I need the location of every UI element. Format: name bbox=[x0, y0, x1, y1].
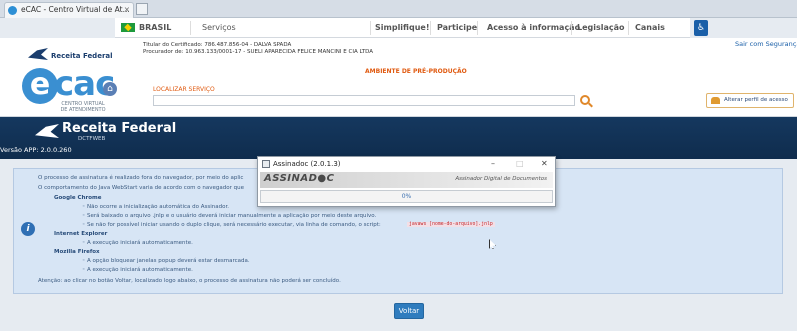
gov-divider bbox=[370, 21, 371, 35]
browser-firefox-heading: Mozilla Firefox bbox=[54, 249, 100, 255]
info-bullet: ◦ Será baixado o arquivo .jnlp e o usuár… bbox=[82, 213, 377, 219]
info-warning: Atenção: ao clicar no botão Voltar, loca… bbox=[38, 278, 341, 284]
info-bullet: ◦ Se não for possível iniciar usando o d… bbox=[82, 222, 381, 228]
search-service-input[interactable] bbox=[153, 95, 575, 106]
info-bullet: ◦ A execução iniciará automaticamente. bbox=[82, 267, 193, 273]
close-tab-icon[interactable]: × bbox=[124, 3, 130, 17]
new-tab-icon[interactable] bbox=[136, 3, 148, 15]
info-bullet-text: Será baixado o arquivo .jnlp e o usuário… bbox=[87, 213, 377, 219]
ecac-subtitle: CENTRO VIRTUAL DE ATENDIMENTO bbox=[60, 101, 106, 113]
gov-divider bbox=[571, 21, 572, 35]
browser-tab-bar: eCAC - Centro Virtual de At... × bbox=[0, 0, 797, 18]
home-icon[interactable]: ⌂ bbox=[103, 82, 117, 96]
receita-bird-icon bbox=[35, 124, 59, 138]
voltar-button[interactable]: Voltar bbox=[394, 303, 424, 319]
java-app-icon bbox=[262, 160, 270, 168]
receita-banner: Receita Federal DCTFWEB Versão APP: 2.0.… bbox=[0, 117, 797, 159]
gov-link-servicos[interactable]: Serviços bbox=[202, 23, 236, 32]
gov-bar: BRASIL Serviços Simplifique! Participe A… bbox=[115, 18, 708, 38]
ecac-e-mark: e bbox=[22, 68, 58, 104]
progress-bar: 0% bbox=[260, 190, 553, 203]
banner-subtitle: DCTFWEB bbox=[78, 136, 106, 142]
browser-chrome-heading: Google Chrome bbox=[54, 195, 102, 201]
people-icon bbox=[711, 97, 720, 104]
javaws-command: javaws [nome-do-arquivo].jnlp bbox=[407, 222, 495, 227]
receita-federal-logo[interactable]: Receita Federal bbox=[28, 48, 138, 64]
assinadoc-dialog: Assinadoc (2.0.1.3) – □ ✕ ASSINAD●C Assi… bbox=[257, 156, 556, 207]
gov-divider bbox=[190, 21, 191, 35]
close-icon[interactable]: ✕ bbox=[541, 157, 548, 171]
info-bullet-text: Se não for possível iniciar usando o dup… bbox=[87, 222, 381, 228]
info-bullet-text: A execução iniciará automaticamente. bbox=[87, 240, 193, 246]
info-icon: i bbox=[21, 222, 35, 236]
banner-title: Receita Federal bbox=[62, 121, 177, 136]
gov-link-brasil[interactable]: BRASIL bbox=[139, 23, 171, 32]
info-bullet-text: A execução iniciará automaticamente. bbox=[87, 267, 193, 273]
dialog-title: Assinadoc (2.0.1.3) bbox=[273, 160, 341, 168]
ecac-favicon-icon bbox=[8, 6, 17, 15]
gov-link-canais[interactable]: Canais bbox=[635, 23, 665, 32]
certificate-info: Titular do Certificado: 786.487.856-04 -… bbox=[143, 42, 373, 55]
info-bullet: ◦ A opção bloquear janelas popup deverá … bbox=[82, 258, 250, 264]
app-version: Versão APP: 2.0.0.260 bbox=[0, 146, 72, 154]
gov-link-simplifique[interactable]: Simplifique! bbox=[375, 23, 429, 32]
info-bullet-text: Não ocorre a inicialização automática do… bbox=[87, 204, 229, 210]
info-bullet-text: A opção bloquear janelas popup deverá es… bbox=[87, 258, 250, 264]
search-icon[interactable] bbox=[580, 95, 590, 105]
gov-divider bbox=[430, 21, 431, 35]
minimize-icon[interactable]: – bbox=[491, 157, 495, 171]
environment-label: AMBIENTE DE PRÉ-PRODUÇÃO bbox=[365, 68, 467, 75]
browser-tab-title: eCAC - Centro Virtual de At... bbox=[21, 5, 130, 14]
gov-link-acesso-informacao[interactable]: Acesso à informação bbox=[487, 23, 580, 32]
info-line: O processo de assinatura é realizado for… bbox=[38, 175, 244, 181]
gov-divider bbox=[477, 21, 478, 35]
maximize-icon: □ bbox=[516, 159, 524, 168]
assinadoc-banner: ASSINAD●C Assinador Digital de Documento… bbox=[260, 172, 553, 188]
change-profile-label: Alterar perfil de acesso bbox=[724, 97, 788, 103]
gov-link-participe[interactable]: Participe bbox=[437, 23, 477, 32]
receita-logo-text: Receita Federal bbox=[51, 52, 113, 60]
gov-divider bbox=[628, 21, 629, 35]
ecac-logo[interactable]: e cac CENTRO VIRTUAL DE ATENDIMENTO bbox=[22, 64, 142, 114]
info-bullet: ◦ Não ocorre a inicialização automática … bbox=[82, 204, 229, 210]
browser-tab[interactable]: eCAC - Centro Virtual de At... × bbox=[4, 2, 134, 18]
logout-link[interactable]: Sair com Segurança bbox=[735, 40, 797, 48]
gov-link-legislacao[interactable]: Legislação bbox=[577, 23, 625, 32]
receita-bird-icon bbox=[28, 48, 48, 60]
browser-ie-heading: Internet Explorer bbox=[54, 231, 108, 237]
brazil-flag-icon bbox=[121, 23, 135, 32]
info-line: O comportamento do Java WebStart varia d… bbox=[38, 185, 244, 191]
accessibility-icon[interactable]: ♿ bbox=[694, 20, 708, 36]
search-service-label: LOCALIZAR SERVIÇO bbox=[153, 86, 215, 93]
procurador-info: Procurador de: 10.963.133/0001-17 - SUEL… bbox=[143, 48, 374, 55]
progress-text: 0% bbox=[401, 193, 412, 200]
assinadoc-tagline: Assinador Digital de Documentos bbox=[455, 176, 547, 182]
change-profile-button[interactable]: Alterar perfil de acesso bbox=[706, 93, 794, 108]
ecac-header: Receita Federal e cac CENTRO VIRTUAL DE … bbox=[0, 38, 797, 117]
info-bullet: ◦ A execução iniciará automaticamente. bbox=[82, 240, 193, 246]
assinadoc-logo: ASSINAD●C bbox=[264, 173, 335, 184]
dialog-titlebar[interactable]: Assinadoc (2.0.1.3) – □ ✕ bbox=[258, 157, 555, 171]
